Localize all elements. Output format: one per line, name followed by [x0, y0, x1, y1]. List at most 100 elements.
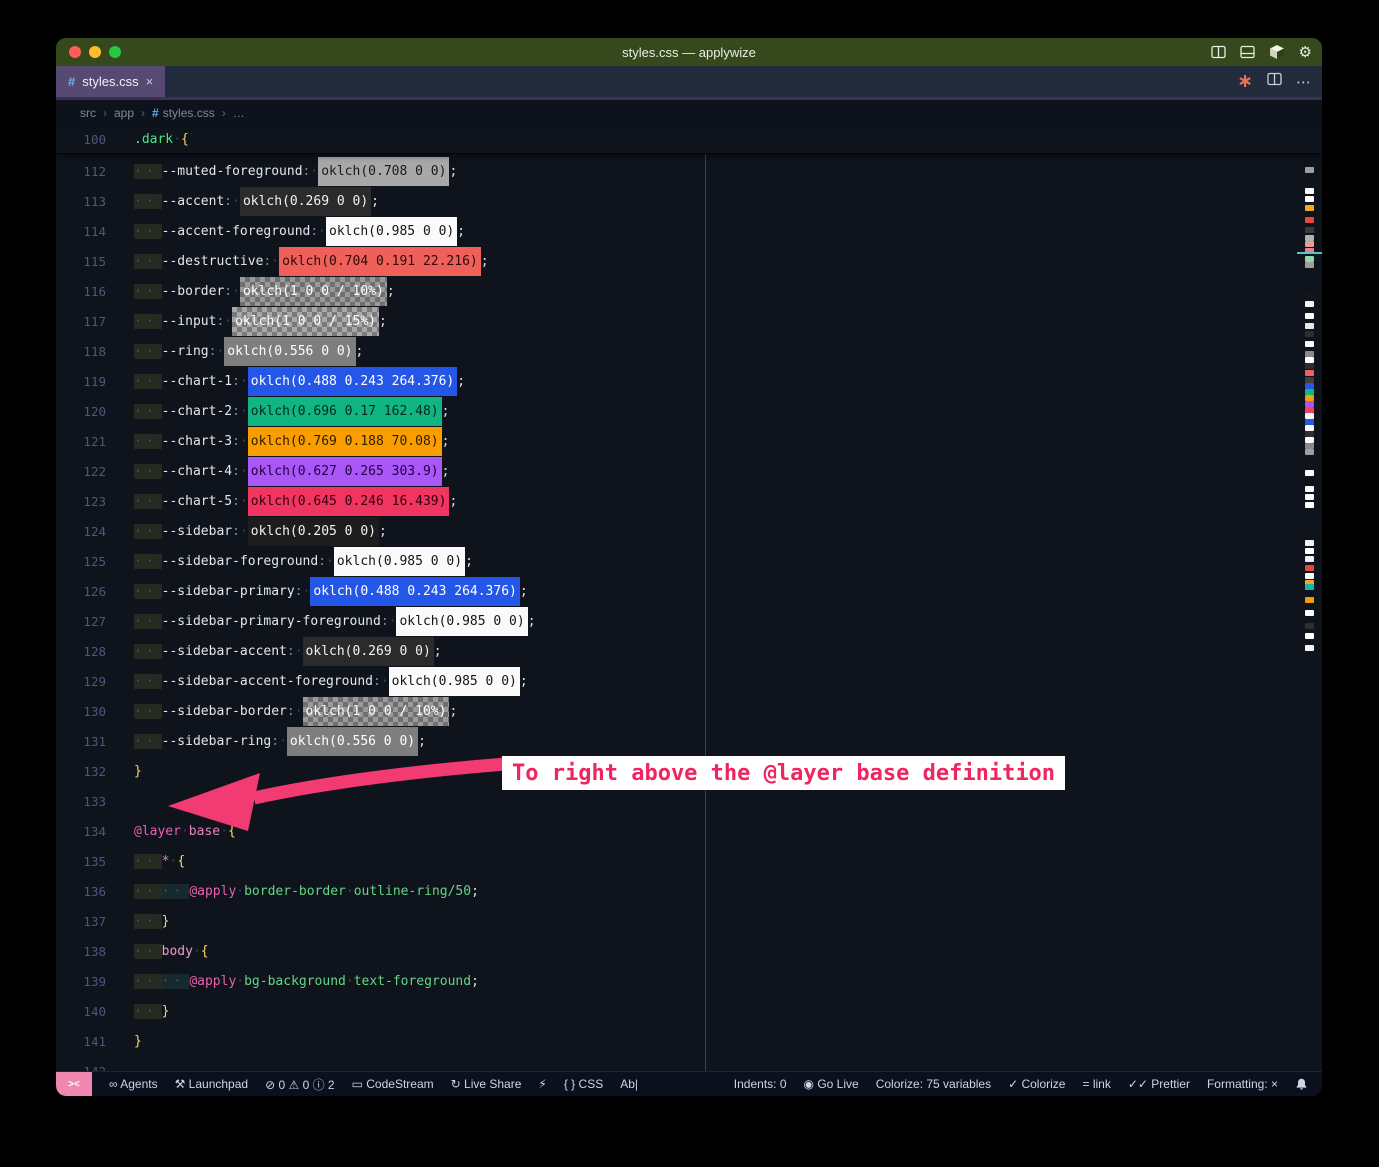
code-line-138[interactable]: 138··body·{ — [56, 937, 1322, 967]
code-content: ··--destructive:·oklch(0.704 0.191 22.21… — [134, 247, 489, 277]
code-line-114[interactable]: 114··--accent-foreground:·oklch(0.985 0 … — [56, 217, 1322, 247]
line-number: 131 — [56, 727, 106, 757]
code-line-126[interactable]: 126··--sidebar-primary:·oklch(0.488 0.24… — [56, 577, 1322, 607]
code-content: .dark·{ — [134, 126, 189, 153]
code-token: --sidebar-primary — [162, 584, 295, 599]
code-line-133[interactable]: 133 — [56, 787, 1322, 817]
status-item-abl-indicator[interactable]: Ab| — [620, 1077, 638, 1091]
code-token: ·· — [134, 494, 162, 509]
minimap-color-block — [1305, 502, 1314, 508]
code-line-140[interactable]: 140··} — [56, 997, 1322, 1027]
code-line-100[interactable]: 100.dark·{ — [56, 126, 1322, 153]
split-editor-icon[interactable] — [1267, 72, 1282, 91]
code-line-123[interactable]: 123··--chart-5:·oklch(0.645 0.246 16.439… — [56, 487, 1322, 517]
line-number: 126 — [56, 577, 106, 607]
status-item-colorize-count[interactable]: Colorize: 75 variables — [876, 1077, 991, 1091]
code-token: ·· — [134, 344, 162, 359]
minimap-color-block — [1305, 494, 1314, 500]
line-number: 112 — [56, 157, 106, 187]
minimap-color-block — [1305, 370, 1314, 376]
breadcrumb-item-styles.css[interactable]: #styles.css — [152, 106, 215, 120]
notifications-bell-icon[interactable] — [1295, 1077, 1308, 1091]
code-line-136[interactable]: 136····@apply·border-border·outline-ring… — [56, 877, 1322, 907]
code-line-116[interactable]: 116··--border:·oklch(1 0 0 / 10%); — [56, 277, 1322, 307]
line-number: 125 — [56, 547, 106, 577]
status-item-codestream[interactable]: ▭ CodeStream — [352, 1077, 434, 1091]
status-item-problems[interactable]: ⊘ 0 ⚠ 0 ⓘ 2 — [265, 1076, 335, 1093]
code-content: ··} — [134, 997, 169, 1027]
sparkle-extension-icon[interactable]: ∗ — [1237, 72, 1253, 91]
code-token: ; — [457, 374, 465, 389]
code-line-118[interactable]: 118··--ring:·oklch(0.556 0 0); — [56, 337, 1322, 367]
editor-area[interactable]: 100.dark·{ 112··--muted-foreground:·oklc… — [56, 126, 1322, 1072]
code-line-131[interactable]: 131··--sidebar-ring:·oklch(0.556 0 0); — [56, 727, 1322, 757]
code-line-128[interactable]: 128··--sidebar-accent:·oklch(0.269 0 0); — [56, 637, 1322, 667]
breadcrumb-item-src[interactable]: src — [80, 106, 96, 120]
code-line-117[interactable]: 117··--input:·oklch(1 0 0 / 15%); — [56, 307, 1322, 337]
status-item-colorize-toggle[interactable]: ✓ Colorize — [1008, 1077, 1065, 1091]
code-line-137[interactable]: 137··} — [56, 907, 1322, 937]
code-line-120[interactable]: 120··--chart-2:·oklch(0.696 0.17 162.48)… — [56, 397, 1322, 427]
code-token: · — [220, 824, 228, 839]
code-line-127[interactable]: 127··--sidebar-primary-foreground:·oklch… — [56, 607, 1322, 637]
minimap-color-block — [1305, 449, 1314, 455]
status-item-live-share[interactable]: ↻ Live Share — [451, 1077, 522, 1091]
code-token: ·· — [134, 644, 162, 659]
code-token: ; — [442, 434, 450, 449]
status-item-prettier[interactable]: ✓✓ Prettier — [1128, 1077, 1190, 1091]
line-number: 142 — [56, 1057, 106, 1072]
code-token: : — [295, 584, 303, 599]
status-item-language-mode[interactable]: { } CSS — [564, 1077, 603, 1091]
code-token: · — [224, 314, 232, 329]
sticky-scroll-line[interactable]: 100.dark·{ — [56, 126, 1322, 153]
status-item-agents[interactable]: ∞ Agents — [109, 1077, 158, 1091]
breadcrumb-separator: › — [103, 106, 107, 120]
code-token: : — [232, 404, 240, 419]
code-content: ··--sidebar:·oklch(0.205 0 0); — [134, 517, 387, 547]
code-token: --sidebar — [162, 524, 232, 539]
breadcrumb-item-[interactable]: … — [233, 106, 245, 120]
code-line-125[interactable]: 125··--sidebar-foreground:·oklch(0.985 0… — [56, 547, 1322, 577]
code-line-124[interactable]: 124··--sidebar:·oklch(0.205 0 0); — [56, 517, 1322, 547]
status-item-thunder-client[interactable]: ⚡ — [538, 1077, 546, 1091]
code-line-121[interactable]: 121··--chart-3:·oklch(0.769 0.188 70.08)… — [56, 427, 1322, 457]
tab-styles-css[interactable]: # styles.css × — [56, 66, 165, 97]
code-token: · — [346, 974, 354, 989]
status-item-remote-indicator[interactable]: >< — [56, 1072, 92, 1096]
breadcrumb: src›app›#styles.css›… — [56, 100, 1322, 126]
status-item-link-mode[interactable]: = link — [1082, 1077, 1110, 1091]
minimap[interactable] — [1303, 38, 1317, 1072]
code-token: ·· — [134, 584, 162, 599]
code-token: ; — [356, 344, 364, 359]
code-line-113[interactable]: 113··--accent:·oklch(0.269 0 0); — [56, 187, 1322, 217]
code-line-112[interactable]: 112··--muted-foreground:·oklch(0.708 0 0… — [56, 157, 1322, 187]
breadcrumb-item-app[interactable]: app — [114, 106, 134, 120]
extensions-cube-icon[interactable] — [1269, 44, 1285, 60]
close-tab-icon[interactable]: × — [146, 74, 154, 89]
code-line-115[interactable]: 115··--destructive:·oklch(0.704 0.191 22… — [56, 247, 1322, 277]
status-item-indents[interactable]: Indents: 0 — [734, 1077, 787, 1091]
code-line-132[interactable]: 132} — [56, 757, 1322, 787]
code-line-139[interactable]: 139····@apply·bg-background·text-foregro… — [56, 967, 1322, 997]
code-line-141[interactable]: 141} — [56, 1027, 1322, 1057]
status-item-formatting[interactable]: Formatting: × — [1207, 1077, 1278, 1091]
toggle-panel-icon[interactable] — [1240, 45, 1255, 59]
status-item-launchpad[interactable]: ⚒ Launchpad — [175, 1077, 248, 1091]
code-line-119[interactable]: 119··--chart-1:·oklch(0.488 0.243 264.37… — [56, 367, 1322, 397]
code-line-142[interactable]: 142 — [56, 1057, 1322, 1072]
code-token: : — [271, 734, 279, 749]
code-token: --accent-foreground — [162, 224, 311, 239]
code-line-134[interactable]: 134@layer·base·{ — [56, 817, 1322, 847]
code-token: ·· — [134, 914, 162, 929]
code-line-122[interactable]: 122··--chart-4:·oklch(0.627 0.265 303.9)… — [56, 457, 1322, 487]
code-token: ·· — [134, 1004, 162, 1019]
code-content: ··--border:·oklch(1 0 0 / 10%); — [134, 277, 395, 307]
color-swatch-token: oklch(0.645 0.246 16.439) — [248, 487, 450, 516]
code-line-135[interactable]: 135··*·{ — [56, 847, 1322, 877]
color-swatch-token: oklch(0.488 0.243 264.376) — [248, 367, 458, 396]
split-editor-icon[interactable] — [1211, 45, 1226, 59]
code-line-129[interactable]: 129··--sidebar-accent-foreground:·oklch(… — [56, 667, 1322, 697]
code-line-130[interactable]: 130··--sidebar-border:·oklch(1 0 0 / 10%… — [56, 697, 1322, 727]
status-item-go-live[interactable]: ◉ Go Live — [804, 1077, 859, 1091]
status-right: Indents: 0 ◉ Go Live Colorize: 75 variable… — [734, 1072, 1322, 1096]
